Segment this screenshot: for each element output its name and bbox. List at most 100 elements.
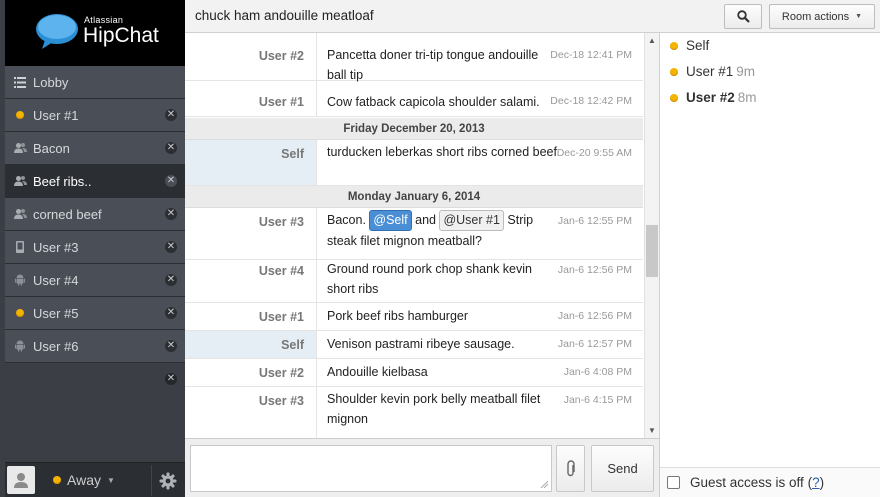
android-icon: [13, 339, 27, 353]
nav-item-user-5[interactable]: User #5 ✕: [5, 297, 185, 330]
search-button[interactable]: [724, 4, 762, 29]
paperclip-icon: [566, 459, 575, 476]
resize-handle-icon[interactable]: [539, 479, 548, 488]
settings-button[interactable]: [151, 465, 183, 496]
message-text-part: and: [415, 213, 436, 227]
chevron-down-icon: ▼: [106, 475, 115, 485]
roster-name: User #2: [686, 90, 735, 105]
close-icon[interactable]: ✕: [165, 241, 177, 253]
message-row: User #4 Ground round pork chop shank kev…: [185, 260, 643, 303]
nav-item-user-1[interactable]: User #1 ✕: [5, 99, 185, 132]
message-time: Jan-6 4:15 PM: [563, 394, 632, 406]
nav-extra-row: ✕: [5, 363, 185, 396]
search-icon: [736, 10, 750, 23]
nav-item-corned-beef[interactable]: corned beef ✕: [5, 198, 185, 231]
close-icon[interactable]: ✕: [165, 142, 177, 154]
nav-item-user-6[interactable]: User #6 ✕: [5, 330, 185, 363]
message-input[interactable]: [190, 445, 552, 492]
nav-item-beef-ribs[interactable]: Beef ribs.. ✕: [5, 165, 185, 198]
close-icon[interactable]: ✕: [165, 109, 177, 121]
chat-scrollbar[interactable]: ▲ ▼: [644, 33, 659, 438]
nav-item-label: User #4: [33, 272, 79, 288]
message-row: Self turducken leberkas short ribs corne…: [185, 140, 643, 186]
message-row: User #2 Pancetta doner tri-tip tongue an…: [185, 33, 643, 82]
message-text: Pancetta doner tri-tip tongue andouille …: [327, 48, 539, 82]
message-time: Jan-6 12:56 PM: [557, 264, 632, 276]
nav-item-label: User #1: [33, 107, 79, 123]
status-dot-icon: [670, 67, 678, 76]
message-time: Dec-20 9:55 AM: [556, 147, 632, 159]
guest-access-checkbox[interactable]: [667, 476, 680, 489]
room-topic[interactable]: chuck ham andouille meatloaf: [195, 8, 374, 23]
roster-item[interactable]: User #2 8m: [670, 90, 757, 105]
message-row: User #3 Bacon. @Self and @User #1 Strip …: [185, 208, 643, 260]
roster-name: User #1: [686, 64, 734, 79]
roster-idle-time: 8m: [737, 90, 757, 105]
chat-history[interactable]: User #2 Pancetta doner tri-tip tongue an…: [185, 33, 659, 438]
message-time: Dec-18 12:41 PM: [550, 49, 632, 61]
guest-access-help-link[interactable]: ?: [812, 475, 820, 490]
group-icon: [13, 141, 27, 155]
status-dot-icon: [13, 306, 27, 320]
scroll-down-icon[interactable]: ▼: [648, 426, 656, 435]
roster-panel: Self User #1 9m User #2 8m Guest access is…: [659, 33, 880, 497]
nav-item-bacon[interactable]: Bacon ✕: [5, 132, 185, 165]
message-sender: User #1: [185, 81, 317, 116]
hipchat-logo: Atlassian HipChat: [5, 0, 185, 66]
message-sender: Self: [185, 140, 317, 185]
nav-item-label: Bacon: [33, 140, 70, 156]
close-all-icon[interactable]: ✕: [165, 373, 177, 385]
message-sender: User #3: [185, 387, 317, 438]
attach-file-button[interactable]: [556, 445, 585, 492]
chat-bubble-logo-icon: [36, 14, 78, 49]
roster-item[interactable]: User #1 9m: [670, 64, 755, 79]
close-icon[interactable]: ✕: [165, 340, 177, 352]
close-icon[interactable]: ✕: [165, 208, 177, 220]
scroll-up-icon[interactable]: ▲: [648, 36, 656, 45]
date-divider: Friday December 20, 2013: [185, 118, 643, 140]
message-time: Jan-6 12:56 PM: [557, 310, 632, 322]
message-text: Cow fatback capicola shoulder salami.: [327, 95, 540, 109]
message-sender: User #4: [185, 260, 317, 302]
roster-item[interactable]: Self: [670, 38, 709, 53]
close-icon[interactable]: ✕: [165, 274, 177, 286]
compose-area: Send: [185, 438, 659, 497]
avatar[interactable]: [7, 466, 35, 494]
message-text: Pork beef ribs hamburger: [327, 309, 469, 323]
status-dot-icon: [13, 108, 27, 122]
message-text: Venison pastrami ribeye sausage.: [327, 337, 515, 351]
room-actions-button[interactable]: Room actions ▼: [769, 4, 875, 29]
message-sender: User #3: [185, 208, 317, 259]
chevron-down-icon: ▼: [855, 13, 863, 20]
group-icon: [13, 174, 27, 188]
scrollbar-thumb[interactable]: [646, 225, 658, 277]
nav-item-label: User #5: [33, 305, 79, 321]
nav-item-lobby[interactable]: Lobby: [5, 66, 185, 99]
list-icon: [13, 75, 27, 89]
nav-item-label: Lobby: [33, 74, 69, 90]
guest-access-bar: Guest access is off (?): [660, 467, 880, 497]
send-button[interactable]: Send: [591, 445, 654, 492]
mention-self[interactable]: @Self: [369, 210, 412, 231]
roster-name: Self: [686, 38, 710, 53]
message-sender: User #2: [185, 359, 317, 386]
nav-item-label: corned beef: [33, 206, 102, 222]
message-sender: User #2: [185, 33, 317, 80]
nav-item-user-4[interactable]: User #4 ✕: [5, 264, 185, 297]
mention-user-1[interactable]: @User #1: [439, 210, 504, 231]
status-selector[interactable]: Away ▼: [53, 472, 115, 488]
gear-icon: [159, 472, 176, 489]
message-time: Dec-18 12:42 PM: [550, 95, 632, 107]
status-dot-icon: [53, 476, 61, 484]
status-dot-icon: [670, 93, 678, 102]
room-nav: Lobby User #1 ✕ Bacon ✕ Beef ribs.. ✕ co…: [5, 66, 185, 396]
guest-access-label: Guest access is off: [690, 475, 804, 490]
message-time: Jan-6 4:08 PM: [563, 366, 632, 378]
close-icon[interactable]: ✕: [165, 307, 177, 319]
mobile-icon: [13, 240, 27, 254]
message-time: Jan-6 12:57 PM: [557, 338, 632, 350]
nav-item-user-3[interactable]: User #3 ✕: [5, 231, 185, 264]
roster-idle-time: 9m: [736, 64, 756, 79]
close-icon[interactable]: ✕: [165, 175, 177, 187]
nav-item-label: Beef ribs..: [33, 173, 92, 189]
